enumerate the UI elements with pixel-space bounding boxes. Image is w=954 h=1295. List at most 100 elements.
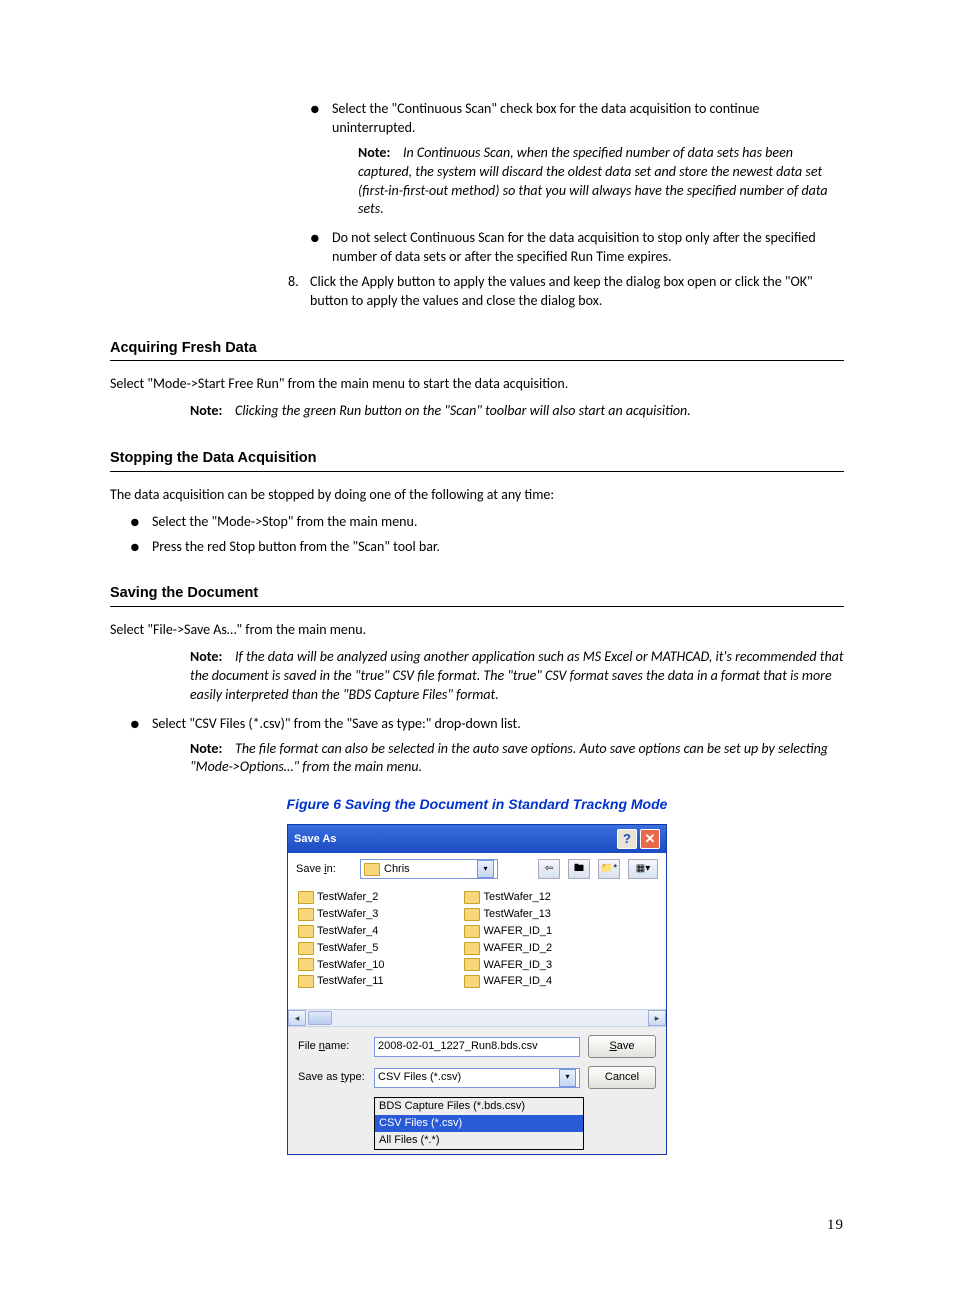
savetype-combo[interactable]: CSV Files (*.csv) ▾	[374, 1068, 580, 1088]
dropdown-option-selected[interactable]: CSV Files (*.csv)	[375, 1115, 583, 1132]
file-name: TestWafer_10	[317, 958, 384, 973]
note-body: If the data will be analyzed using anoth…	[190, 648, 844, 703]
file-name: TestWafer_2	[317, 890, 378, 905]
dialog-titlebar: Save As ? ✕	[288, 825, 666, 853]
file-list[interactable]: TestWafer_2 TestWafer_3 TestWafer_4 Test…	[288, 885, 666, 1009]
save-in-label: Save in:	[296, 862, 354, 877]
note-block: Note: If the data will be analyzed using…	[190, 648, 844, 705]
list-item[interactable]: TestWafer_4	[298, 923, 384, 940]
section-heading: Acquiring Fresh Data	[110, 339, 844, 362]
note-block: Note: In Continuous Scan, when the speci…	[358, 144, 844, 220]
up-folder-icon[interactable]: 🖿	[568, 859, 590, 879]
dialog-title: Save As	[294, 832, 614, 847]
list-item[interactable]: TestWafer_10	[298, 957, 384, 974]
dropdown-option[interactable]: BDS Capture Files (*.bds.csv)	[375, 1098, 583, 1115]
note-label: Note:	[190, 402, 222, 419]
note-label: Note:	[190, 648, 222, 665]
folder-icon	[464, 942, 480, 955]
scroll-thumb[interactable]	[308, 1011, 332, 1025]
bullet-item: ● Select the "Continuous Scan" check box…	[310, 100, 844, 138]
number-marker: 8.	[288, 273, 310, 311]
chevron-down-icon[interactable]: ▾	[477, 860, 494, 878]
bullet-item: ● Select the "Mode->Stop" from the main …	[130, 513, 844, 532]
save-in-row: Save in: Chris ▾ ⇦ 🖿 📁* ▦▾	[288, 853, 666, 885]
folder-icon	[298, 942, 314, 955]
note-block: Note: The file format can also be select…	[190, 740, 844, 778]
file-name: TestWafer_13	[483, 907, 550, 922]
list-item[interactable]: TestWafer_13	[464, 906, 552, 923]
body-text: The data acquisition can be stopped by d…	[110, 486, 844, 505]
file-name: TestWafer_3	[317, 907, 378, 922]
bullet-marker: ●	[130, 715, 152, 734]
folder-icon	[464, 925, 480, 938]
scroll-left-icon[interactable]: ◂	[288, 1010, 306, 1026]
file-name: TestWafer_5	[317, 941, 378, 956]
folder-icon	[464, 891, 480, 904]
file-name: TestWafer_4	[317, 924, 378, 939]
bullet-text: Select the "Mode->Stop" from the main me…	[152, 513, 844, 532]
body-text: Select "File->Save As…" from the main me…	[110, 621, 844, 640]
savetype-dropdown-list[interactable]: BDS Capture Files (*.bds.csv) CSV Files …	[374, 1097, 584, 1150]
list-item[interactable]: TestWafer_12	[464, 889, 552, 906]
folder-icon	[464, 908, 480, 921]
folder-icon	[298, 891, 314, 904]
body-text: Select "Mode->Start Free Run" from the m…	[110, 375, 844, 394]
file-name: TestWafer_11	[317, 974, 384, 989]
horizontal-scrollbar[interactable]: ◂ ▸	[288, 1009, 666, 1027]
chevron-down-icon[interactable]: ▾	[559, 1069, 576, 1087]
bullet-item: ● Select "CSV Files (*.csv)" from the "S…	[130, 715, 844, 734]
back-icon[interactable]: ⇦	[538, 859, 560, 879]
list-item[interactable]: TestWafer_2	[298, 889, 384, 906]
folder-icon	[298, 958, 314, 971]
filename-input[interactable]: 2008-02-01_1227_Run8.bds.csv	[374, 1037, 580, 1057]
bullet-text: Select "CSV Files (*.csv)" from the "Sav…	[152, 715, 844, 734]
list-item[interactable]: TestWafer_5	[298, 940, 384, 957]
filename-label: File name:	[298, 1039, 366, 1054]
page-number: 19	[110, 1215, 844, 1235]
note-body: In Continuous Scan, when the specified n…	[358, 144, 828, 218]
folder-icon	[464, 958, 480, 971]
dialog-bottom-panel: File name: 2008-02-01_1227_Run8.bds.csv …	[288, 1027, 666, 1154]
numbered-item: 8. Click the Apply button to apply the v…	[288, 273, 844, 311]
scroll-right-icon[interactable]: ▸	[648, 1010, 666, 1026]
save-in-value: Chris	[384, 862, 410, 877]
savetype-label: Save as type:	[298, 1070, 366, 1085]
bullet-item: ● Do not select Continuous Scan for the …	[310, 229, 844, 267]
cancel-button[interactable]: Cancel	[588, 1066, 656, 1089]
list-item[interactable]: TestWafer_11	[298, 973, 384, 990]
list-item[interactable]: WAFER_ID_2	[464, 940, 552, 957]
views-icon[interactable]: ▦▾	[628, 859, 658, 879]
close-button[interactable]: ✕	[640, 829, 660, 849]
save-button[interactable]: Save	[588, 1035, 656, 1058]
bullet-marker: ●	[310, 229, 332, 267]
section-heading: Stopping the Data Acquisition	[110, 449, 844, 472]
list-item[interactable]: WAFER_ID_4	[464, 973, 552, 990]
folder-icon	[298, 908, 314, 921]
save-as-dialog: Save As ? ✕ Save in: Chris ▾ ⇦ 🖿 📁* ▦▾ T…	[287, 824, 667, 1155]
list-item[interactable]: WAFER_ID_3	[464, 957, 552, 974]
note-block: Note: Clicking the green Run button on t…	[190, 402, 844, 421]
folder-icon	[298, 925, 314, 938]
figure-caption: Figure 6 Saving the Document in Standard…	[110, 795, 844, 814]
file-name: WAFER_ID_4	[483, 974, 552, 989]
list-item[interactable]: WAFER_ID_1	[464, 923, 552, 940]
help-button[interactable]: ?	[617, 829, 637, 849]
folder-icon	[298, 975, 314, 988]
bullet-text: Do not select Continuous Scan for the da…	[332, 229, 844, 267]
savetype-value: CSV Files (*.csv)	[378, 1070, 461, 1085]
bullet-marker: ●	[130, 538, 152, 557]
file-name: WAFER_ID_1	[483, 924, 552, 939]
note-body: The file format can also be selected in …	[190, 740, 828, 776]
file-name: WAFER_ID_2	[483, 941, 552, 956]
numbered-text: Click the Apply button to apply the valu…	[310, 273, 844, 311]
new-folder-icon[interactable]: 📁*	[598, 859, 620, 879]
dropdown-option[interactable]: All Files (*.*)	[375, 1132, 583, 1149]
list-item[interactable]: TestWafer_3	[298, 906, 384, 923]
save-in-combo[interactable]: Chris ▾	[360, 859, 498, 879]
note-label: Note:	[358, 144, 390, 161]
file-name: WAFER_ID_3	[483, 958, 552, 973]
note-label: Note:	[190, 740, 222, 757]
section-heading: Saving the Document	[110, 584, 844, 607]
filename-value: 2008-02-01_1227_Run8.bds.csv	[378, 1039, 538, 1054]
file-name: TestWafer_12	[483, 890, 550, 905]
